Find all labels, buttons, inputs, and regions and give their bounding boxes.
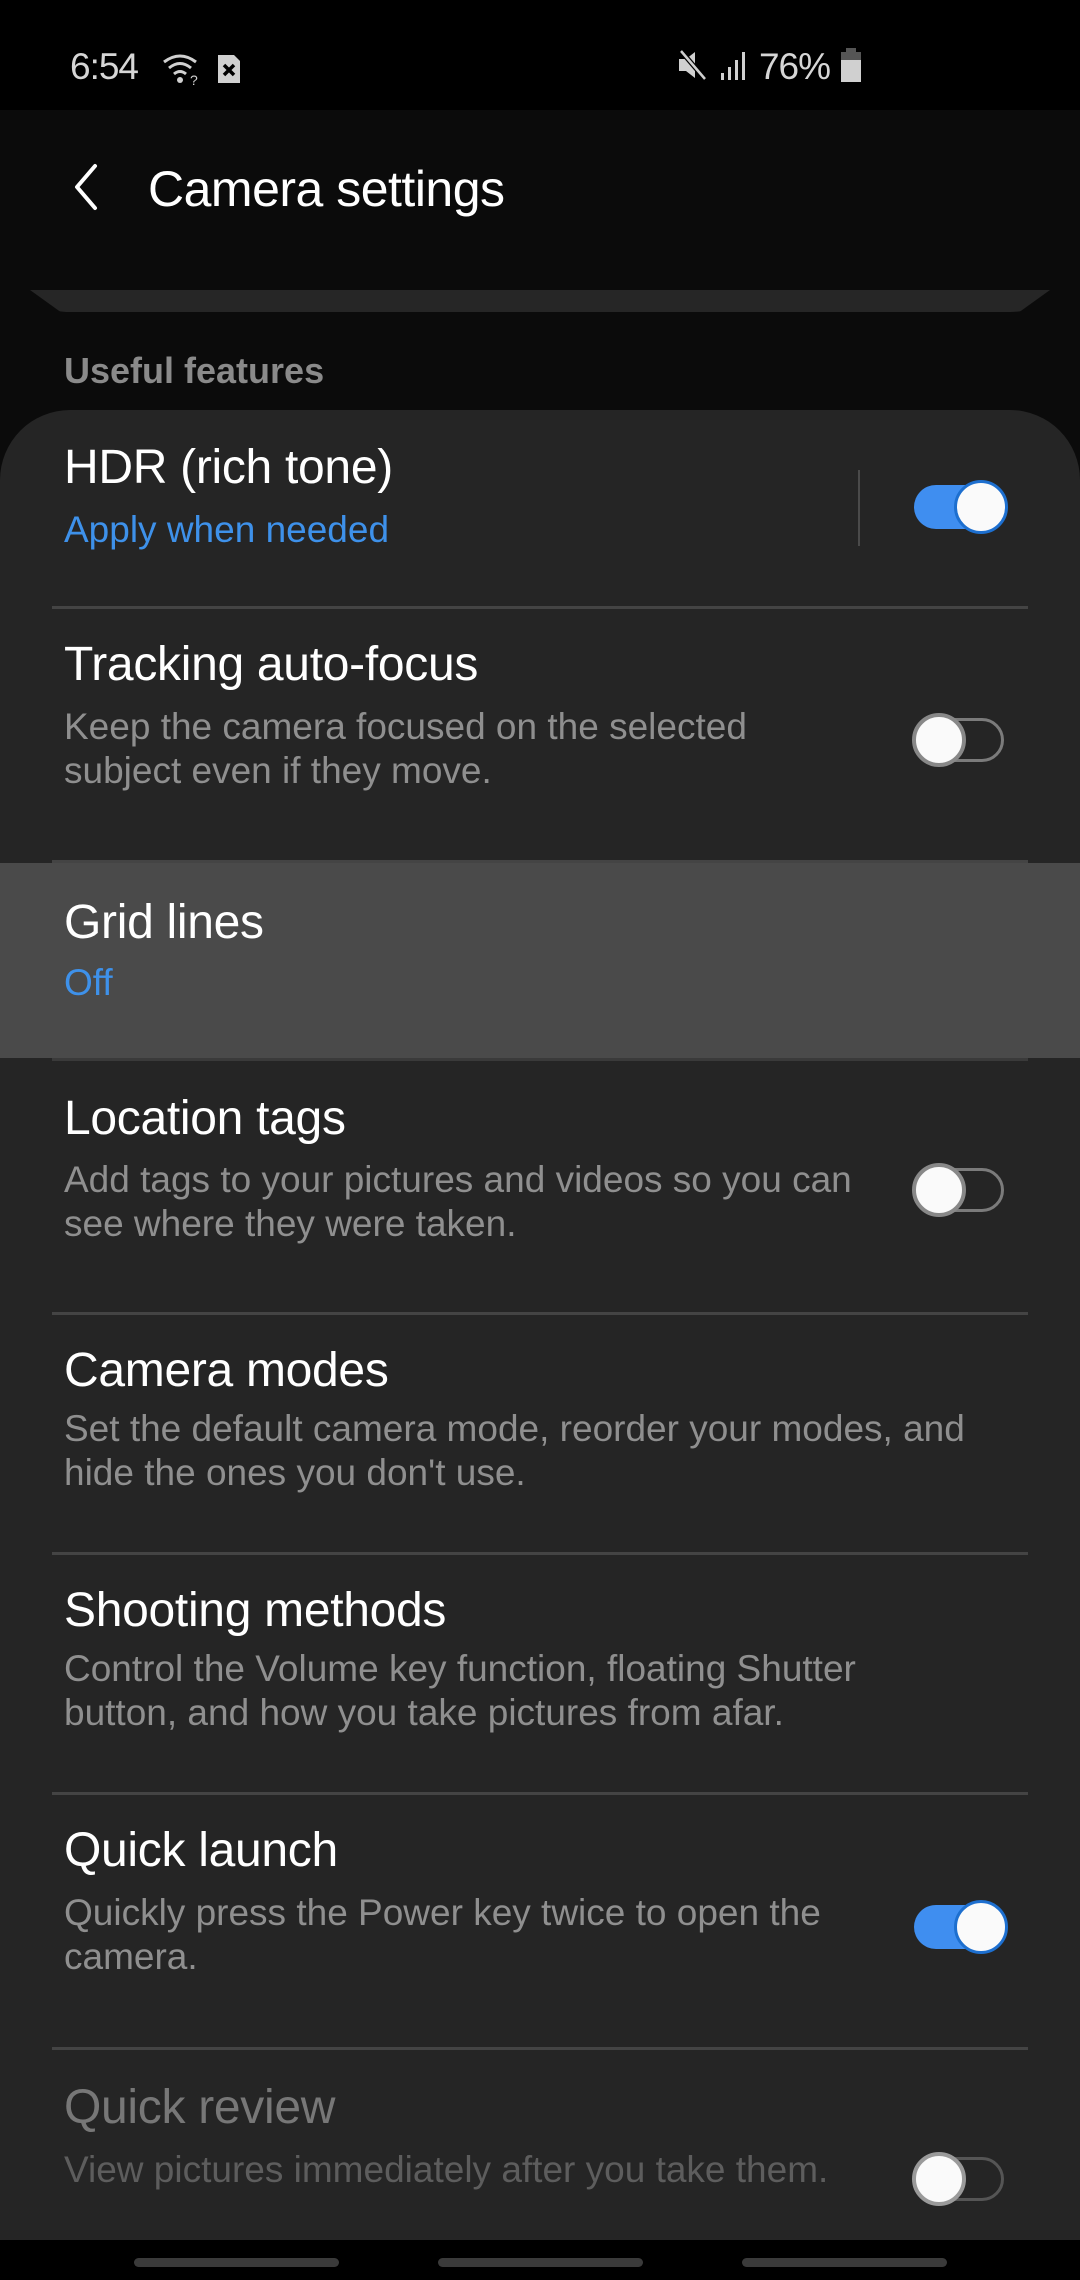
setting-subtitle: Add tags to your pictures and videos so … [64, 1159, 852, 1244]
battery-icon [840, 47, 862, 88]
location-tags-toggle[interactable] [912, 1163, 1008, 1217]
setting-camera-modes[interactable]: Camera modes Set the default camera mode… [0, 1315, 1080, 1553]
battery-percent: 76% [758, 46, 831, 87]
signal-icon [719, 49, 749, 86]
setting-title: Location tags [64, 1092, 346, 1145]
setting-title: Shooting methods [64, 1584, 447, 1637]
setting-title: Camera modes [64, 1344, 389, 1397]
toggle-knob [912, 2152, 966, 2206]
chevron-left-icon [75, 164, 97, 210]
recents-button[interactable] [134, 2258, 339, 2267]
mute-icon [675, 48, 709, 87]
setting-grid-lines[interactable]: Grid lines Off [0, 863, 1080, 1058]
page-title: Camera settings [148, 161, 505, 217]
setting-quick-review: Quick review View pictures immediately a… [0, 2050, 1080, 2240]
previous-card-edge [30, 290, 1050, 312]
back-button[interactable] [56, 152, 116, 222]
sim-error-icon [216, 53, 242, 90]
vertical-divider [858, 470, 860, 546]
setting-subtitle: Control the Volume key function, floatin… [64, 1648, 856, 1733]
setting-title: Tracking auto-focus [64, 638, 479, 691]
app-bar: Camera settings [0, 110, 1080, 260]
setting-subtitle: View pictures immediately after you take… [64, 2149, 829, 2190]
back-nav-button[interactable] [742, 2258, 947, 2267]
setting-title: Quick launch [64, 1824, 338, 1877]
section-header: Useful features [64, 350, 325, 391]
wifi-question-icon: ? [162, 52, 202, 91]
setting-title: Quick review [64, 2081, 336, 2134]
navigation-bar [0, 2240, 1080, 2280]
toggle-knob [954, 1900, 1008, 1954]
toggle-knob [912, 1163, 966, 1217]
setting-title: HDR (rich tone) [64, 441, 393, 494]
quick-launch-toggle[interactable] [912, 1900, 1008, 1954]
hdr-toggle[interactable] [912, 480, 1008, 534]
toggle-knob [954, 480, 1008, 534]
setting-quick-launch[interactable]: Quick launch Quickly press the Power key… [0, 1795, 1080, 2048]
setting-subtitle: Off [64, 962, 113, 1003]
toggle-knob [912, 713, 966, 767]
quick-review-toggle [912, 2152, 1008, 2206]
svg-text:?: ? [190, 72, 198, 86]
setting-subtitle: Set the default camera mode, reorder you… [64, 1408, 965, 1493]
setting-tracking-auto-focus[interactable]: Tracking auto-focus Keep the camera focu… [0, 609, 1080, 862]
status-time: 6:54 [70, 46, 139, 87]
tracking-auto-focus-toggle[interactable] [912, 713, 1008, 767]
setting-subtitle: Apply when needed [64, 509, 390, 550]
status-bar: 6:54 ? 76% [0, 0, 1080, 110]
setting-subtitle: Quickly press the Power key twice to ope… [64, 1892, 821, 1977]
setting-shooting-methods[interactable]: Shooting methods Control the Volume key … [0, 1555, 1080, 1793]
setting-hdr[interactable]: HDR (rich tone) Apply when needed [0, 410, 1080, 607]
setting-title: Grid lines [64, 896, 264, 949]
setting-location-tags[interactable]: Location tags Add tags to your pictures … [0, 1061, 1080, 1314]
settings-card: HDR (rich tone) Apply when needed Tracki… [0, 410, 1080, 2240]
setting-subtitle: Keep the camera focused on the selected … [64, 706, 747, 791]
home-button[interactable] [438, 2258, 643, 2267]
